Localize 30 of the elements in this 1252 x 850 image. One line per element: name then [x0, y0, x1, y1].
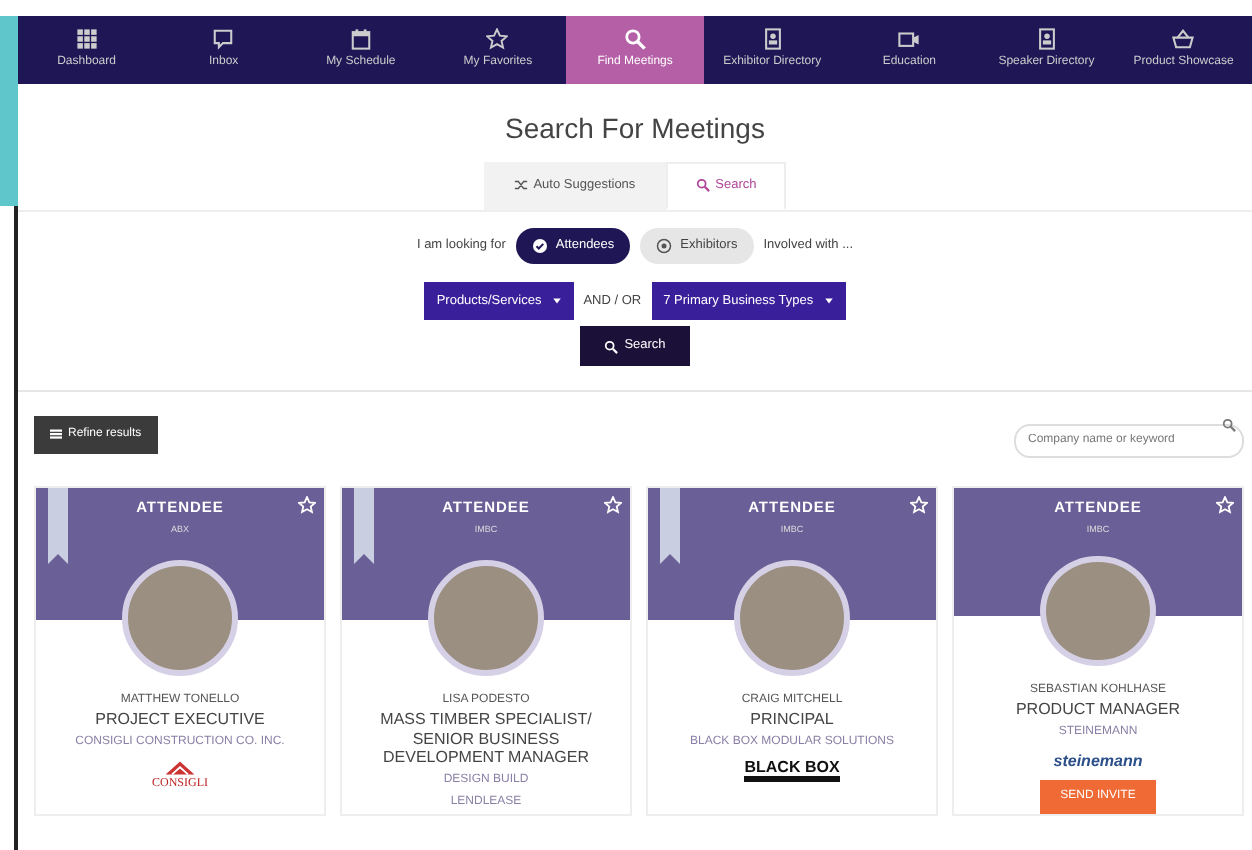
calendar-icon: [349, 28, 372, 50]
job-title: PRINCIPAL: [748, 710, 836, 730]
job-title: PROJECT EXECUTIVE: [93, 710, 267, 730]
search-icon: [624, 28, 647, 50]
contact-card-icon: [761, 28, 784, 50]
grid-icon: [75, 28, 98, 50]
video-camera-icon: [898, 28, 921, 50]
radio-circle-icon: [656, 237, 673, 254]
list-icon: [50, 428, 62, 440]
roof-logo-icon: [164, 759, 196, 776]
star-icon[interactable]: [1216, 496, 1234, 514]
caret-icon: [551, 295, 562, 306]
caret-icon: [823, 295, 834, 306]
star-icon[interactable]: [910, 496, 928, 514]
search-icon: [1222, 418, 1236, 432]
basket-icon: [1172, 28, 1195, 50]
company-logo-text: BLACK BOX: [744, 759, 840, 782]
job-title: MASS TIMBER SPECIALIST/ SENIOR BUSINESS DEVELOPMENT MANAGER: [378, 710, 594, 768]
page-title: Search For Meetings: [503, 110, 767, 148]
contact-card-icon: [1035, 28, 1058, 50]
star-icon: [486, 28, 509, 50]
company-logo-text: steinemann: [1053, 750, 1143, 774]
check-circle-icon: [531, 237, 548, 254]
chat-bubble-icon: [212, 28, 235, 50]
job-title: PRODUCT MANAGER: [1013, 700, 1183, 720]
search-icon: [695, 178, 710, 193]
shuffle-icon: [513, 178, 528, 193]
star-icon[interactable]: [604, 496, 622, 514]
search-icon: [604, 339, 619, 354]
star-icon[interactable]: [298, 496, 316, 514]
